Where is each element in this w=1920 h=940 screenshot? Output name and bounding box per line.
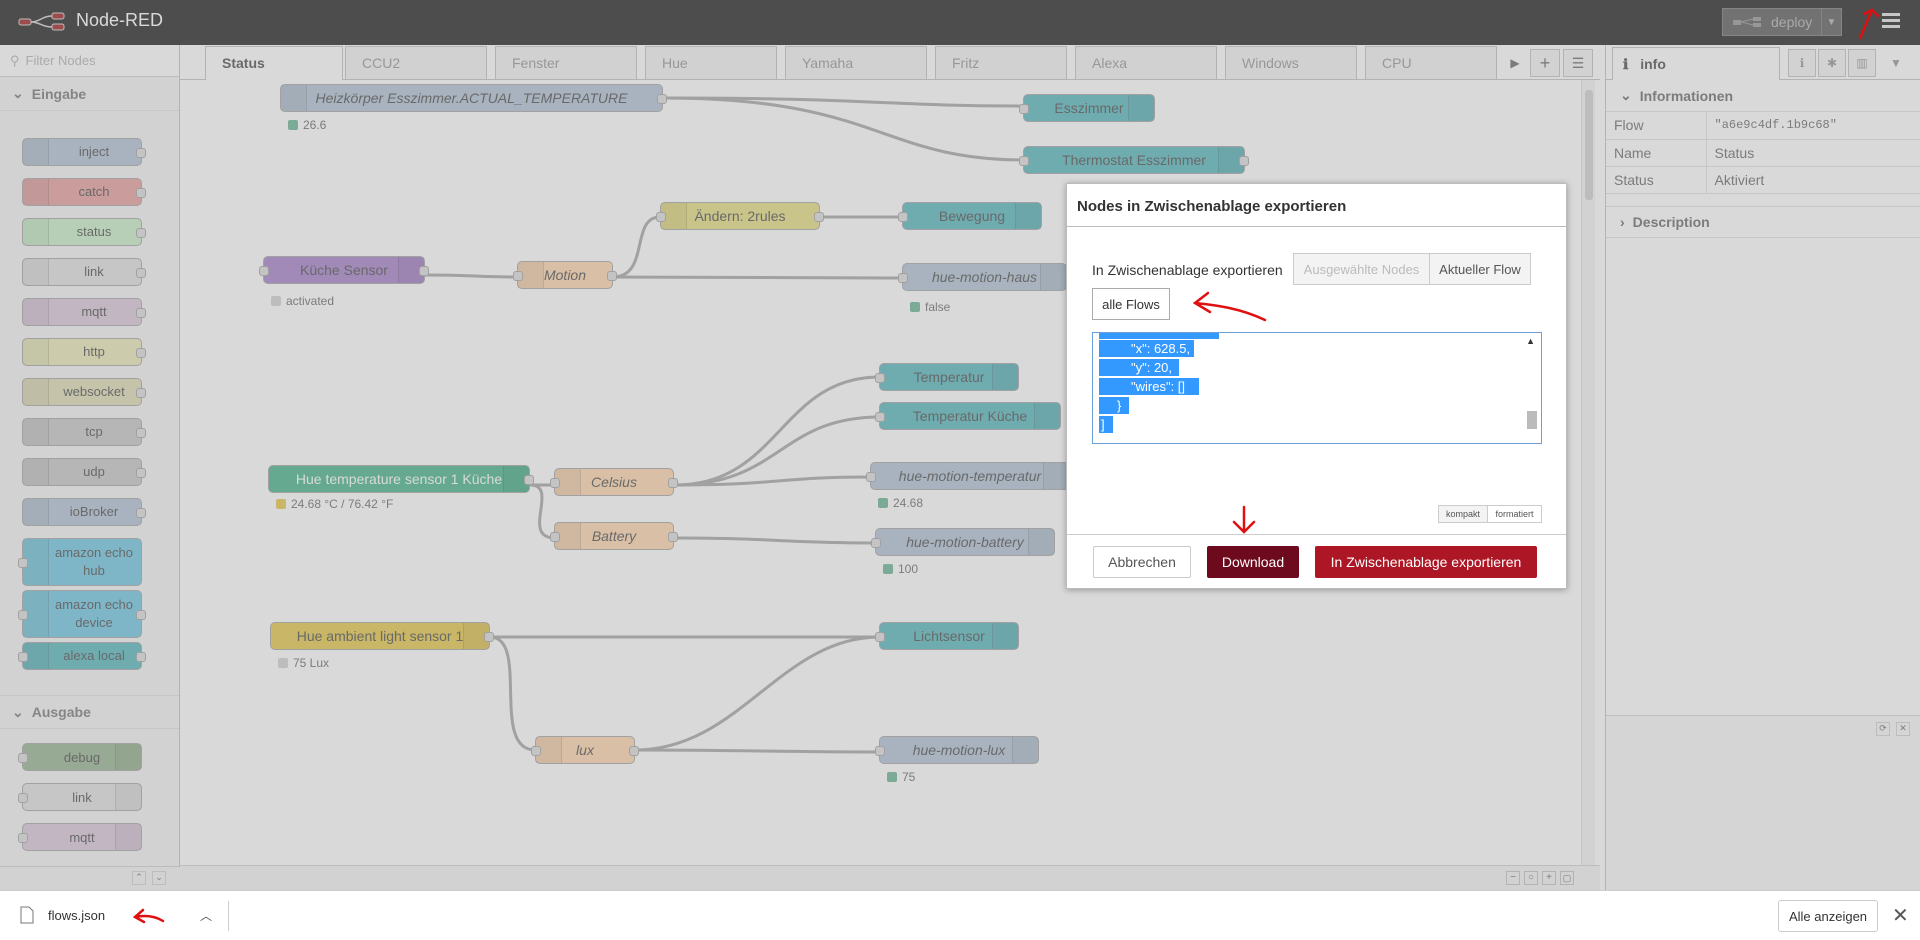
annotation-arrow-all-flows [1192, 291, 1267, 322]
annotation-arrow-download [1232, 505, 1256, 534]
annotation-arrow-menu [1858, 8, 1880, 40]
red-annotation-arrows [132, 8, 1880, 924]
annotation-arrow-file [132, 908, 165, 924]
